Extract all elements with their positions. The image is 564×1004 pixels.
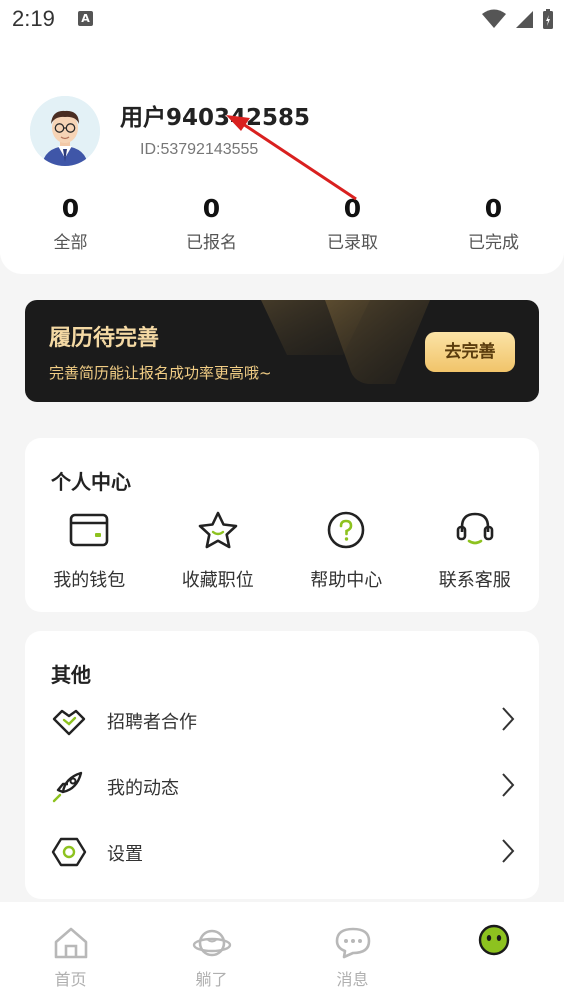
bottom-nav: 首页 躺了 消息: [0, 902, 564, 1004]
settings-label: 设置: [107, 844, 143, 865]
wallet-icon: [69, 513, 109, 547]
stat-completed[interactable]: 0 已完成: [423, 194, 564, 253]
username[interactable]: 用户940342585: [120, 98, 310, 132]
stat-label: 已报名: [186, 233, 237, 253]
my-activity-row[interactable]: 我的动态: [25, 760, 539, 810]
wifi-icon: [482, 9, 506, 28]
other-title: 其他: [51, 663, 91, 687]
star-icon: [198, 511, 238, 549]
avatar-image: [30, 96, 100, 166]
wallet-item[interactable]: 我的钱包: [25, 508, 154, 592]
stat-registered[interactable]: 0 已报名: [141, 194, 282, 253]
favorite-jobs-label: 收藏职位: [181, 570, 254, 591]
customer-service-item[interactable]: 联系客服: [411, 508, 540, 592]
stat-label: 已完成: [468, 233, 519, 253]
rocket-icon: [52, 771, 83, 803]
status-bar: 2:19 A: [0, 0, 564, 40]
recruiter-cooperation-label: 招聘者合作: [107, 712, 197, 733]
banner-subtitle: 完善简历能让报名成功率更高哦~: [49, 364, 272, 382]
chevron-right-icon: [502, 707, 515, 731]
recruiter-cooperation-row[interactable]: 招聘者合作: [25, 694, 539, 744]
message-icon: [335, 927, 370, 959]
stat-label: 全部: [53, 233, 88, 253]
other-card: 其他 招聘者合作 我的动态 设置: [25, 631, 539, 899]
application-stats: 0 全部 0 已报名 0 已录取 0 已完成: [0, 194, 564, 253]
help-icon: [327, 511, 365, 549]
personal-center-card: 个人中心 我的钱包 收藏职位 帮助中心 联系客服: [25, 438, 539, 612]
stat-value: 0: [343, 194, 362, 223]
tab-home-label: 首页: [54, 970, 87, 989]
help-center-label: 帮助中心: [310, 570, 383, 591]
chevron-right-icon: [502, 773, 515, 797]
customer-service-label: 联系客服: [438, 570, 511, 591]
tab-messages[interactable]: 消息: [282, 902, 423, 1004]
help-center-item[interactable]: 帮助中心: [282, 508, 411, 592]
stat-all[interactable]: 0 全部: [0, 194, 141, 253]
home-icon: [54, 927, 87, 959]
avatar[interactable]: [30, 96, 100, 166]
tab-profile[interactable]: [423, 902, 564, 1004]
stat-admitted[interactable]: 0 已录取: [282, 194, 423, 253]
tab-messages-label: 消息: [336, 970, 369, 989]
favorite-jobs-item[interactable]: 收藏职位: [154, 508, 283, 592]
personal-center-title: 个人中心: [51, 470, 131, 494]
profile-screen: 2:19 A 用户940342585 ID:53792143555 0 全部 0…: [0, 0, 564, 1004]
status-icons: [482, 8, 554, 30]
resume-banner[interactable]: 履历待完善 完善简历能让报名成功率更高哦~ 去完善: [25, 300, 539, 402]
user-id: ID:53792143555: [140, 141, 259, 158]
status-time: 2:19: [12, 6, 55, 31]
tab-home[interactable]: 首页: [0, 902, 141, 1004]
notification-badge-icon: A: [78, 11, 93, 26]
wallet-label: 我的钱包: [53, 570, 126, 591]
stat-value: 0: [61, 194, 80, 223]
planet-icon: [192, 929, 231, 957]
tab-lying[interactable]: 躺了: [141, 902, 282, 1004]
settings-row[interactable]: 设置: [25, 826, 539, 876]
smiley-icon: [478, 924, 509, 956]
handshake-icon: [52, 709, 86, 736]
my-activity-label: 我的动态: [107, 778, 179, 799]
settings-icon: [51, 837, 87, 867]
chevron-right-icon: [502, 839, 515, 863]
profile-card: 用户940342585 ID:53792143555 0 全部 0 已报名 0 …: [0, 40, 564, 274]
complete-resume-button[interactable]: 去完善: [425, 332, 515, 372]
tab-lying-label: 躺了: [195, 970, 228, 989]
stat-label: 已录取: [327, 233, 378, 253]
signal-icon: [516, 11, 533, 28]
stat-value: 0: [202, 194, 221, 223]
banner-title: 履历待完善: [49, 326, 160, 351]
headset-icon: [456, 512, 494, 545]
stat-value: 0: [484, 194, 503, 223]
battery-icon: [543, 9, 553, 29]
personal-center-grid: 我的钱包 收藏职位 帮助中心 联系客服: [25, 508, 539, 592]
